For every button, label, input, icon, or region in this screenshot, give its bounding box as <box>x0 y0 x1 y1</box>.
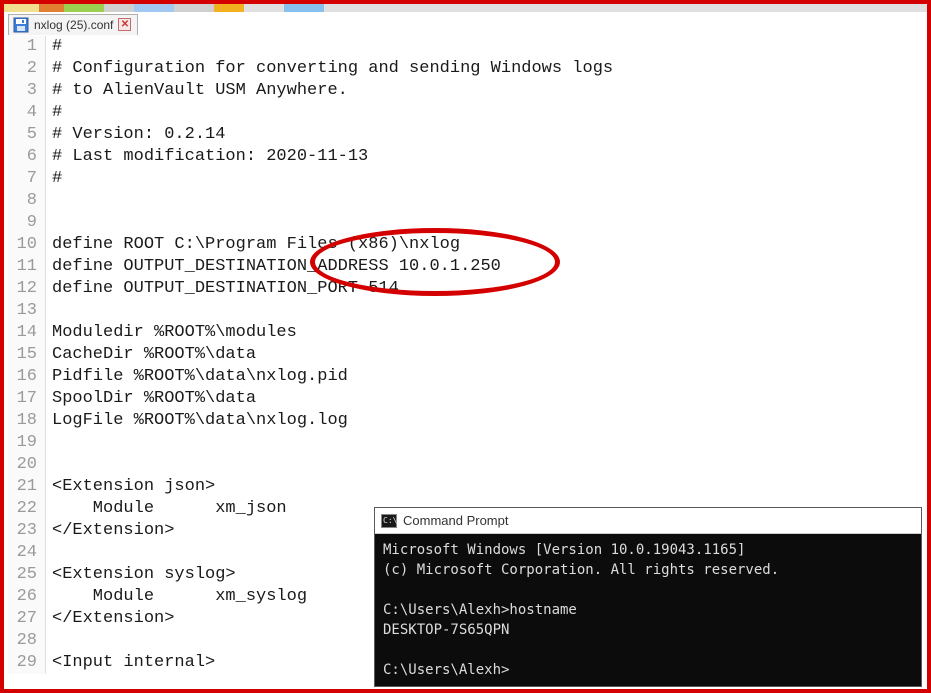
code-line[interactable]: 19 <box>8 432 923 454</box>
code-line[interactable]: 3# to AlienVault USM Anywhere. <box>8 80 923 102</box>
line-number: 4 <box>8 102 46 124</box>
code-text[interactable]: define OUTPUT_DESTINATION_ADDRESS 10.0.1… <box>46 256 501 278</box>
line-number: 15 <box>8 344 46 366</box>
code-text[interactable]: Module xm_syslog <box>46 586 307 608</box>
toolbar-strip <box>4 4 927 12</box>
line-number: 28 <box>8 630 46 652</box>
tab-bar: nxlog (25).conf ✕ <box>8 12 138 36</box>
code-line[interactable]: 15CacheDir %ROOT%\data <box>8 344 923 366</box>
line-number: 1 <box>8 36 46 58</box>
save-disk-icon <box>13 17 29 33</box>
code-line[interactable]: 1# <box>8 36 923 58</box>
line-number: 19 <box>8 432 46 454</box>
code-line[interactable]: 5# Version: 0.2.14 <box>8 124 923 146</box>
line-number: 22 <box>8 498 46 520</box>
line-number: 8 <box>8 190 46 212</box>
code-text[interactable] <box>46 300 52 322</box>
command-prompt-window[interactable]: C:\ Command Prompt Microsoft Windows [Ve… <box>375 508 921 686</box>
line-number: 12 <box>8 278 46 300</box>
code-text[interactable]: CacheDir %ROOT%\data <box>46 344 256 366</box>
line-number: 7 <box>8 168 46 190</box>
code-text[interactable] <box>46 542 52 564</box>
line-number: 13 <box>8 300 46 322</box>
code-line[interactable]: 4# <box>8 102 923 124</box>
code-line[interactable]: 10define ROOT C:\Program Files (x86)\nxl… <box>8 234 923 256</box>
code-text[interactable]: # <box>46 102 62 124</box>
code-text[interactable]: Pidfile %ROOT%\data\nxlog.pid <box>46 366 348 388</box>
code-text[interactable]: # <box>46 168 62 190</box>
code-text[interactable]: </Extension> <box>46 608 174 630</box>
close-icon[interactable]: ✕ <box>118 18 131 31</box>
line-number: 29 <box>8 652 46 674</box>
code-text[interactable]: # <box>46 36 62 58</box>
code-line[interactable]: 12define OUTPUT_DESTINATION_PORT 514 <box>8 278 923 300</box>
code-text[interactable]: define OUTPUT_DESTINATION_PORT 514 <box>46 278 399 300</box>
line-number: 11 <box>8 256 46 278</box>
code-text[interactable]: # Version: 0.2.14 <box>46 124 225 146</box>
code-text[interactable] <box>46 190 52 212</box>
code-text[interactable]: <Input internal> <box>46 652 215 674</box>
command-prompt-titlebar[interactable]: C:\ Command Prompt <box>375 508 921 534</box>
code-line[interactable]: 2# Configuration for converting and send… <box>8 58 923 80</box>
code-line[interactable]: 17SpoolDir %ROOT%\data <box>8 388 923 410</box>
code-line[interactable]: 9 <box>8 212 923 234</box>
code-text[interactable]: # Last modification: 2020-11-13 <box>46 146 368 168</box>
code-line[interactable]: 18LogFile %ROOT%\data\nxlog.log <box>8 410 923 432</box>
code-text[interactable]: SpoolDir %ROOT%\data <box>46 388 256 410</box>
line-number: 10 <box>8 234 46 256</box>
code-text[interactable]: # Configuration for converting and sendi… <box>46 58 613 80</box>
line-number: 5 <box>8 124 46 146</box>
line-number: 18 <box>8 410 46 432</box>
code-text[interactable]: <Extension syslog> <box>46 564 236 586</box>
code-text[interactable]: Moduledir %ROOT%\modules <box>46 322 297 344</box>
code-text[interactable] <box>46 630 52 652</box>
code-line[interactable]: 20 <box>8 454 923 476</box>
command-prompt-title-label: Command Prompt <box>403 513 508 528</box>
code-line[interactable]: 8 <box>8 190 923 212</box>
code-text[interactable] <box>46 212 52 234</box>
code-text[interactable]: <Extension json> <box>46 476 215 498</box>
code-line[interactable]: 16Pidfile %ROOT%\data\nxlog.pid <box>8 366 923 388</box>
code-text[interactable]: Module xm_json <box>46 498 287 520</box>
line-number: 3 <box>8 80 46 102</box>
code-line[interactable]: 21<Extension json> <box>8 476 923 498</box>
line-number: 21 <box>8 476 46 498</box>
line-number: 14 <box>8 322 46 344</box>
line-number: 2 <box>8 58 46 80</box>
code-text[interactable]: # to AlienVault USM Anywhere. <box>46 80 348 102</box>
code-text[interactable] <box>46 432 52 454</box>
line-number: 6 <box>8 146 46 168</box>
command-prompt-output[interactable]: Microsoft Windows [Version 10.0.19043.11… <box>375 534 921 686</box>
file-tab[interactable]: nxlog (25).conf ✕ <box>8 14 138 35</box>
line-number: 26 <box>8 586 46 608</box>
line-number: 25 <box>8 564 46 586</box>
line-number: 27 <box>8 608 46 630</box>
line-number: 9 <box>8 212 46 234</box>
code-text[interactable]: </Extension> <box>46 520 174 542</box>
line-number: 16 <box>8 366 46 388</box>
code-text[interactable]: LogFile %ROOT%\data\nxlog.log <box>46 410 348 432</box>
terminal-icon: C:\ <box>381 514 397 528</box>
code-line[interactable]: 7# <box>8 168 923 190</box>
code-line[interactable]: 14Moduledir %ROOT%\modules <box>8 322 923 344</box>
code-line[interactable]: 6# Last modification: 2020-11-13 <box>8 146 923 168</box>
file-tab-label: nxlog (25).conf <box>34 18 113 32</box>
line-number: 17 <box>8 388 46 410</box>
code-text[interactable] <box>46 454 52 476</box>
line-number: 23 <box>8 520 46 542</box>
code-text[interactable]: define ROOT C:\Program Files (x86)\nxlog <box>46 234 460 256</box>
code-line[interactable]: 13 <box>8 300 923 322</box>
code-line[interactable]: 11define OUTPUT_DESTINATION_ADDRESS 10.0… <box>8 256 923 278</box>
line-number: 20 <box>8 454 46 476</box>
line-number: 24 <box>8 542 46 564</box>
